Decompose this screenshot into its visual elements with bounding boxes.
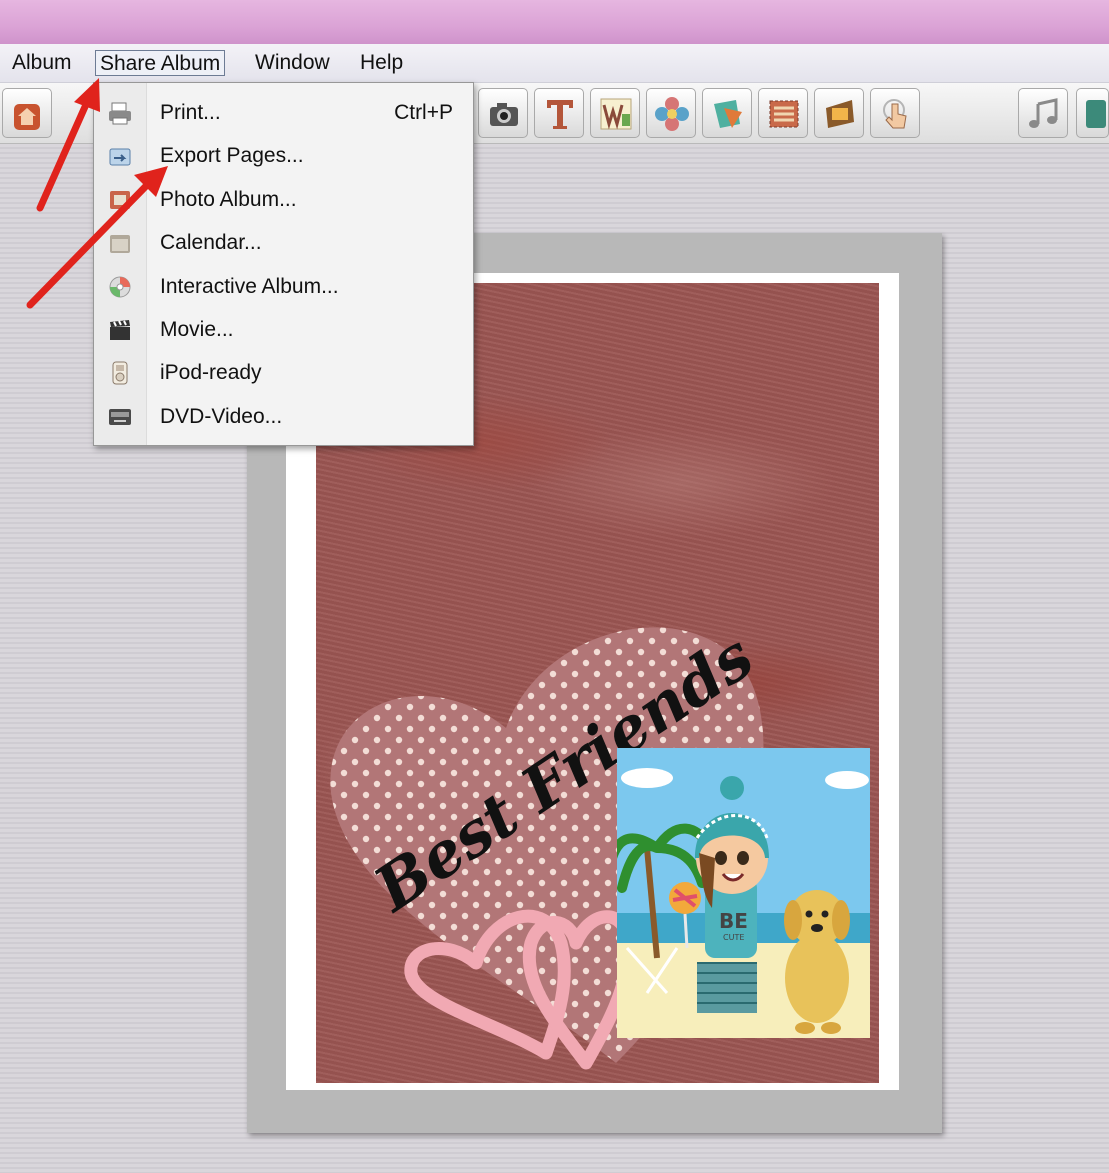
share-album-dropdown: Print... Ctrl+P Export Pages... Photo Al… [93, 82, 474, 446]
flower-tool-button[interactable] [646, 88, 696, 138]
filmstrip-tool-button[interactable] [814, 88, 864, 138]
menu-item-movie[interactable]: Movie... [94, 310, 473, 350]
touch-icon [883, 99, 907, 129]
more-tool-button[interactable] [1076, 88, 1109, 138]
shirt-text: BE [719, 909, 748, 933]
cartoon-photo[interactable]: BE CUTE [617, 748, 870, 1038]
window-title-bar [0, 0, 1109, 44]
stamp-tool-button[interactable] [758, 88, 808, 138]
ipod-icon [112, 361, 128, 385]
shirt-subtext: CUTE [723, 933, 744, 942]
wordart-tool-button[interactable] [590, 88, 640, 138]
stamp-icon [769, 100, 799, 128]
wordart-icon [600, 98, 632, 130]
menu-item-label: Calendar... [160, 231, 262, 254]
flower-icon [655, 97, 689, 131]
menu-item-label: Movie... [160, 318, 234, 341]
menu-bar: Album Share Album Window Help [0, 44, 1109, 83]
music-icon [1029, 98, 1058, 128]
home-tool-button[interactable] [2, 88, 52, 138]
calendar-icon [110, 235, 130, 253]
menu-item-ipod-ready[interactable]: iPod-ready [94, 353, 473, 393]
menu-item-print[interactable]: Print... Ctrl+P [94, 93, 473, 133]
text-icon [547, 100, 573, 129]
menu-album[interactable]: Album [8, 50, 76, 76]
menu-item-shortcut: Ctrl+P [394, 101, 453, 124]
shape-tool-button[interactable] [702, 88, 752, 138]
printer-icon [109, 102, 131, 125]
menu-item-label: Print... [160, 101, 221, 124]
camera-icon [490, 103, 518, 126]
menu-window[interactable]: Window [251, 50, 334, 76]
music-tool-button[interactable] [1018, 88, 1068, 138]
touch-tool-button[interactable] [870, 88, 920, 138]
more-icon [1086, 100, 1106, 128]
menu-share-album[interactable]: Share Album [95, 50, 226, 76]
filmstrip-icon [826, 100, 854, 128]
menu-item-dvd-video[interactable]: DVD-Video... [94, 397, 473, 437]
shape-icon [714, 100, 742, 128]
menu-item-label: Photo Album... [160, 188, 297, 211]
home-icon [14, 104, 40, 130]
menu-item-label: Interactive Album... [160, 275, 339, 298]
menu-item-photo-album[interactable]: Photo Album... [94, 180, 473, 220]
menu-help[interactable]: Help [356, 50, 407, 76]
dvd-icon [109, 409, 131, 425]
menu-item-interactive-album[interactable]: Interactive Album... [94, 267, 473, 307]
menu-item-label: DVD-Video... [160, 405, 283, 428]
camera-tool-button[interactable] [478, 88, 528, 138]
clapperboard-icon [110, 320, 130, 340]
text-tool-button[interactable] [534, 88, 584, 138]
export-icon [109, 148, 131, 166]
menu-item-calendar[interactable]: Calendar... [94, 223, 473, 263]
cd-icon [109, 276, 131, 298]
menu-item-label: Export Pages... [160, 144, 304, 167]
menu-item-label: iPod-ready [160, 361, 262, 384]
menu-item-export-pages[interactable]: Export Pages... [94, 136, 473, 176]
photo-album-icon [110, 191, 130, 209]
